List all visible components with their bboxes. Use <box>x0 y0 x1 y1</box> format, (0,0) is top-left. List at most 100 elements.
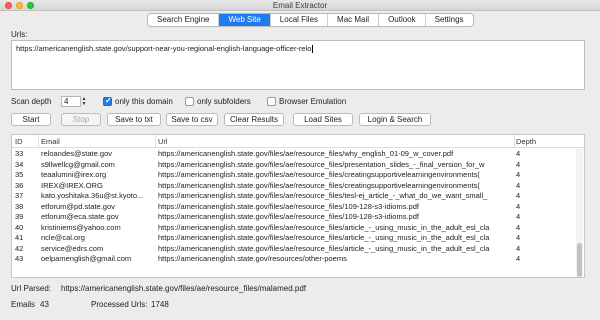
cell-id: 43 <box>15 254 24 263</box>
cell-email: teaalumni@irex.org <box>41 170 107 179</box>
cell-url: https://americanenglish.state.gov/files/… <box>158 180 480 190</box>
urls-input[interactable]: https://americanenglish.state.gov/suppor… <box>11 40 585 90</box>
cell-depth: 4 <box>516 201 521 211</box>
cell-depth: 4 <box>516 233 521 242</box>
cell-depth: 4 <box>516 170 521 179</box>
load-sites-button[interactable]: Load Sites <box>293 113 353 126</box>
table-row[interactable]: 38 etforum@pd.state.gov https://americanen… <box>12 202 584 213</box>
stepper-down-icon[interactable]: ▼ <box>82 101 87 107</box>
browser-emulation-label: Browser Emulation <box>279 97 347 106</box>
save-to-csv-button[interactable]: Save to csv <box>166 113 218 126</box>
only-this-domain-label: only this domain <box>115 97 173 106</box>
cell-id: 40 <box>15 222 24 232</box>
table-row[interactable]: 41 ncle@cal.org https://americanenglish.st… <box>12 233 584 244</box>
start-button[interactable]: Start <box>11 113 51 126</box>
cell-id: 35 <box>15 170 24 179</box>
cell-depth: 4 <box>516 212 521 221</box>
cell-url: https://americanenglish.state.gov/files/… <box>158 170 480 179</box>
url-parsed-value: https://americanenglish.state.gov/files/… <box>61 284 307 293</box>
cell-email: etforum@eca.state.gov <box>41 212 119 221</box>
column-header-depth[interactable]: Depth <box>516 137 536 146</box>
emails-label: Emails <box>11 300 36 309</box>
cell-id: 33 <box>15 149 24 158</box>
processed-urls-count: 1748 <box>151 300 169 309</box>
cell-email: kato.yoshitaka.36u@st.kyoto... <box>41 191 144 200</box>
scan-depth-label: Scan depth <box>11 97 52 106</box>
table-row[interactable]: 42 service@edrs.com https://americanenglis… <box>12 244 584 255</box>
cell-email: reloandes@state.gov <box>41 149 112 158</box>
table-row[interactable]: 33 reloandes@state.gov https://americaneng… <box>12 149 584 160</box>
tab-outlook[interactable]: Outlook <box>379 14 426 26</box>
processed-urls-label: Processed Urls: <box>91 300 148 309</box>
clear-results-button[interactable]: Clear Results <box>224 113 284 126</box>
cell-id: 42 <box>15 243 24 253</box>
browser-emulation-checkbox[interactable] <box>267 97 276 106</box>
cell-id: 38 <box>15 201 24 211</box>
cell-url: https://americanenglish.state.gov/files/… <box>158 222 490 232</box>
cell-url: https://americanenglish.state.gov/files/… <box>158 149 454 158</box>
cell-email: IREX@IREX.ORG <box>41 180 103 190</box>
text-cursor <box>312 45 314 54</box>
cell-url: https://americanenglish.state.gov/files/… <box>158 233 490 242</box>
cell-url: https://americanenglish.state.gov/files/… <box>158 243 490 253</box>
cell-url: https://americanenglish.state.gov/files/… <box>158 191 488 200</box>
cell-depth: 4 <box>516 222 521 232</box>
url-parsed-label: Url Parsed: <box>11 284 52 293</box>
cell-id: 37 <box>15 191 24 200</box>
urls-input-text: https://americanenglish.state.gov/suppor… <box>16 44 312 53</box>
cell-id: 41 <box>15 233 24 242</box>
cell-url: https://americanenglish.state.gov/files/… <box>158 212 419 221</box>
table-scrollbar[interactable] <box>576 149 583 277</box>
column-header-email[interactable]: Email <box>41 137 60 146</box>
table-row[interactable]: 39 etforum@eca.state.gov https://americane… <box>12 212 584 223</box>
table-body: 33 reloandes@state.gov https://americaneng… <box>12 149 584 265</box>
cell-email: etforum@pd.state.gov <box>41 201 115 211</box>
cell-email: service@edrs.com <box>41 243 104 253</box>
window-title: Email Extractor <box>272 1 328 10</box>
table-row[interactable]: 37 kato.yoshitaka.36u@st.kyoto... https://… <box>12 191 584 202</box>
cell-id: 39 <box>15 212 24 221</box>
column-header-url[interactable]: Url <box>158 137 168 146</box>
stop-button[interactable]: Stop <box>61 113 101 126</box>
scrollbar-thumb[interactable] <box>577 243 582 277</box>
cell-depth: 4 <box>516 159 521 169</box>
cell-id: 34 <box>15 159 24 169</box>
cell-depth: 4 <box>516 254 521 263</box>
cell-url: https://americanenglish.state.gov/files/… <box>158 159 485 169</box>
tab-mac-mail[interactable]: Mac Mail <box>328 14 380 26</box>
table-row[interactable]: 40 kristiniems@yahoo.com https://americane… <box>12 223 584 234</box>
cell-id: 36 <box>15 180 24 190</box>
cell-depth: 4 <box>516 149 521 158</box>
cell-depth: 4 <box>516 243 521 253</box>
table-row[interactable]: 43 oelpamenglish@gmail.com https://america… <box>12 254 584 265</box>
tab-settings[interactable]: Settings <box>426 14 473 26</box>
login-search-button[interactable]: Login & Search <box>359 113 431 126</box>
table-row[interactable]: 35 teaalumni@irex.org https://americanengl… <box>12 170 584 181</box>
column-header-id[interactable]: ID <box>15 137 23 146</box>
table-row[interactable]: 36 IREX@IREX.ORG https://americanenglish.s… <box>12 181 584 192</box>
cell-email: s9llwellcg@gmail.com <box>41 159 115 169</box>
cell-email: kristiniems@yahoo.com <box>41 222 121 232</box>
scan-depth-input[interactable]: 4 <box>61 96 81 107</box>
table-header: ID Email Url Depth <box>12 135 584 148</box>
urls-label: Urls: <box>11 30 28 39</box>
only-subfolders-checkbox[interactable] <box>185 97 194 106</box>
results-table[interactable]: ID Email Url Depth 33 reloandes@state.gov… <box>11 134 585 278</box>
cell-depth: 4 <box>516 180 521 190</box>
scan-depth-stepper[interactable]: ▲ ▼ <box>81 95 87 108</box>
only-subfolders-label: only subfolders <box>197 97 251 106</box>
cell-email: ncle@cal.org <box>41 233 85 242</box>
tab-local-files[interactable]: Local Files <box>271 14 329 26</box>
tab-search-engine[interactable]: Search Engine <box>148 14 220 26</box>
title-bar: Email Extractor <box>0 0 600 11</box>
cell-url: https://americanenglish.state.gov/resour… <box>158 254 347 263</box>
cell-depth: 4 <box>516 191 521 200</box>
cell-email: oelpamenglish@gmail.com <box>41 254 132 263</box>
cell-url: https://americanenglish.state.gov/files/… <box>158 201 419 211</box>
table-row[interactable]: 34 s9llwellcg@gmail.com https://americanen… <box>12 160 584 171</box>
tab-bar: Search Engine Web Site Local Files Mac M… <box>147 13 474 27</box>
emails-count: 43 <box>40 300 49 309</box>
only-this-domain-checkbox[interactable] <box>103 96 112 106</box>
save-to-txt-button[interactable]: Save to txt <box>107 113 161 126</box>
tab-web-site[interactable]: Web Site <box>219 14 271 26</box>
